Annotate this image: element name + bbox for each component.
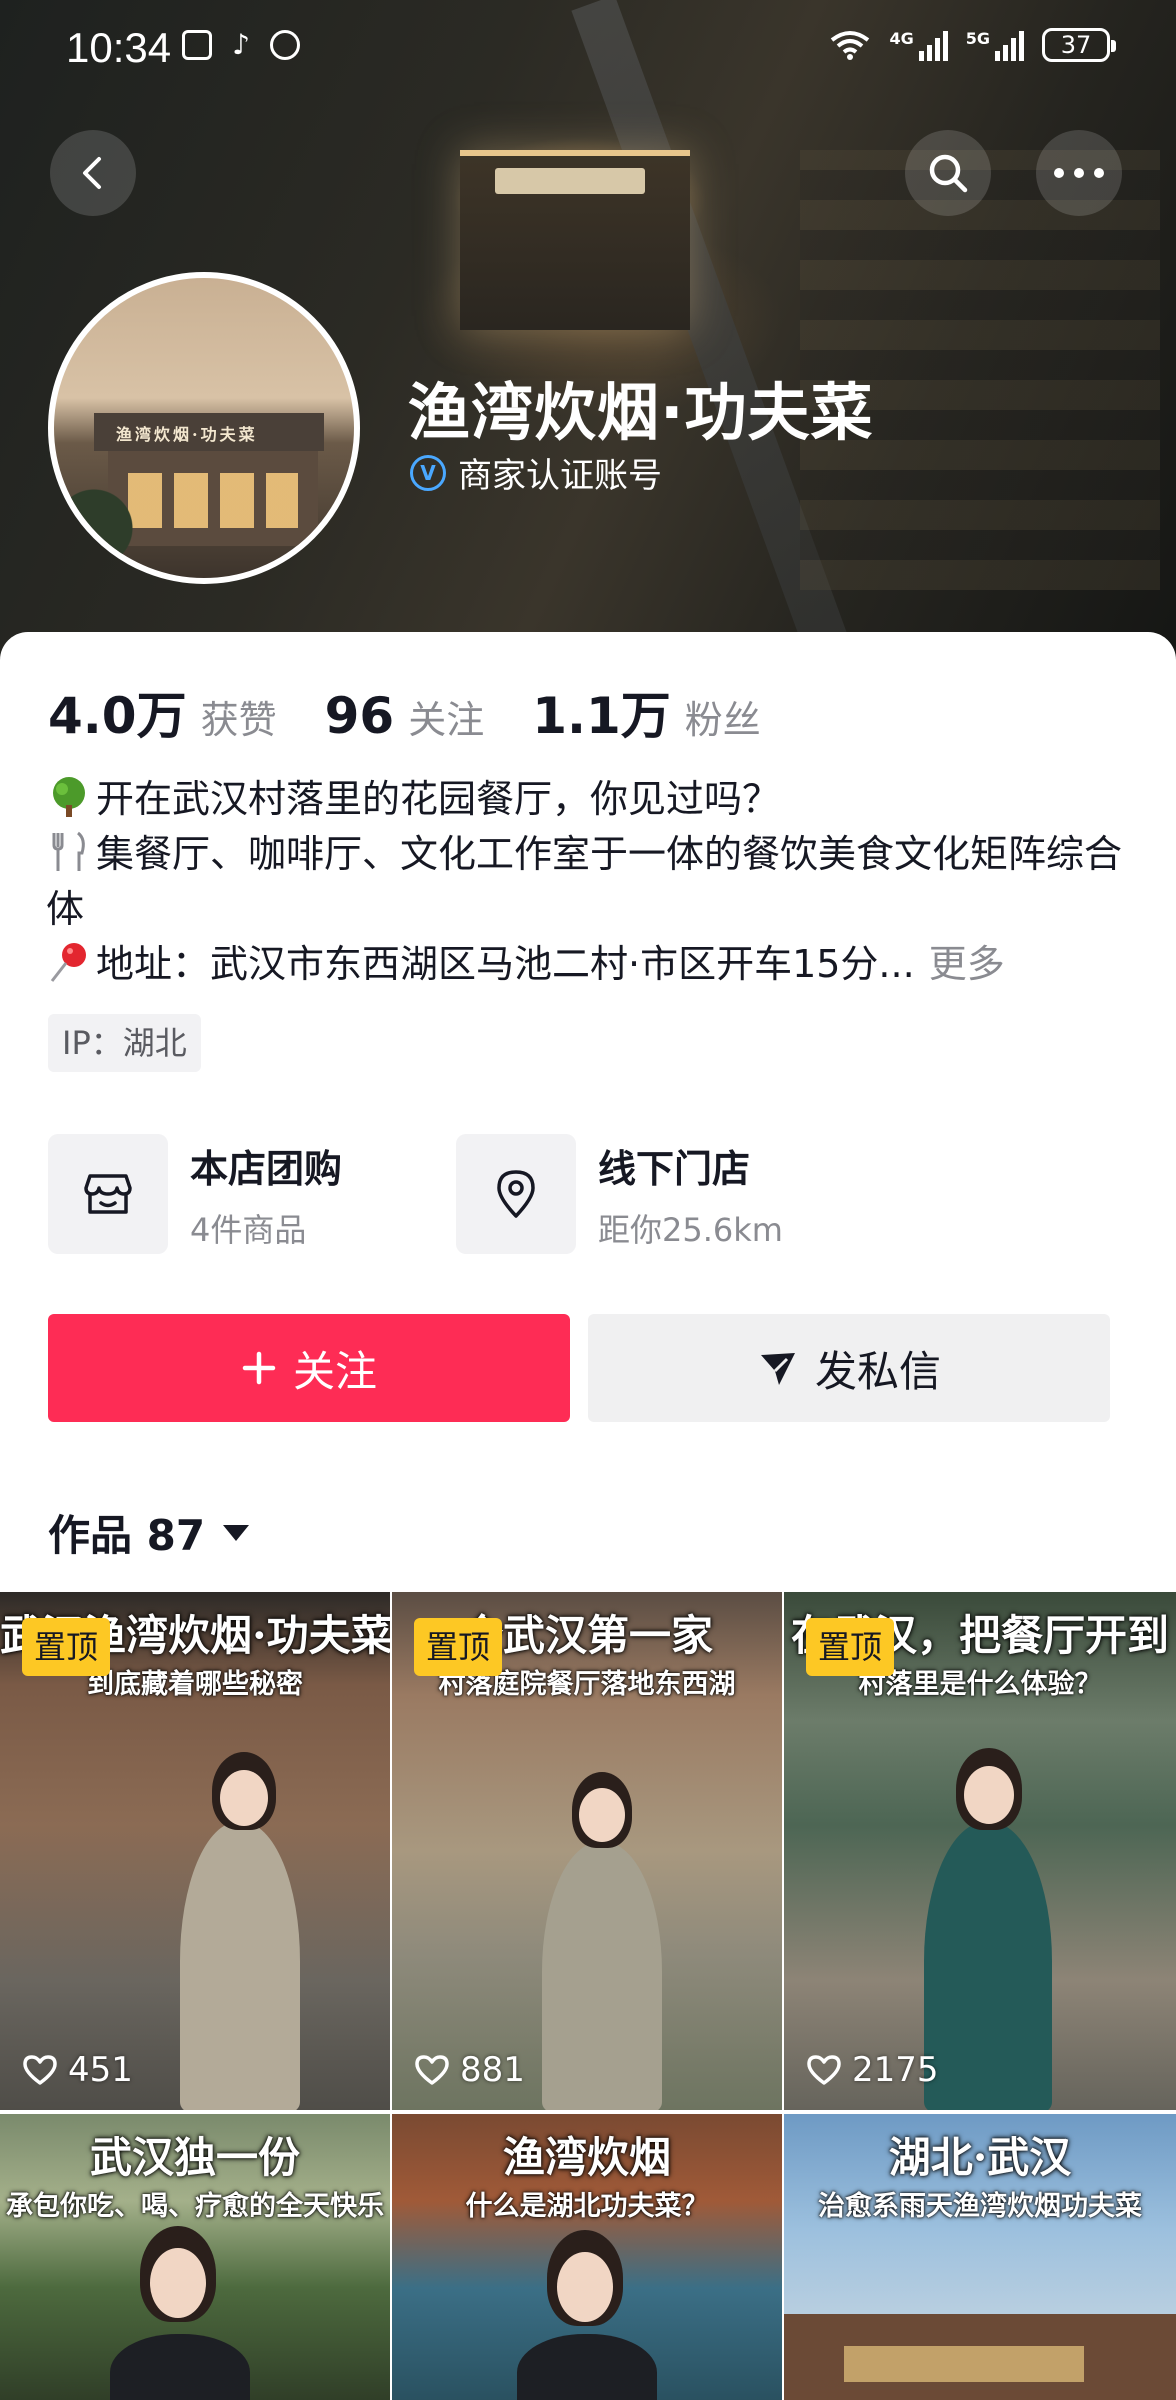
status-bar: 10:34 ♪ 4G 5G 37 <box>0 0 1176 96</box>
video-title: 渔湾炊烟 <box>502 2133 671 2182</box>
stat-label: 关注 <box>408 698 485 742</box>
network-label-2: 5G <box>965 29 990 48</box>
video-tile[interactable]: 湖北·武汉 治愈系雨天渔湾炊烟功夫菜 <box>784 2114 1176 2400</box>
bio-line-1: 开在武汉村落里的花园餐厅，你见过吗？ <box>46 772 1136 827</box>
bio-line-3: 地址：武汉市东西湖区马池二村·市区开车15分... 更多 <box>46 937 1136 992</box>
video-tile[interactable]: 武汉独一份 承包你吃、喝、疗愈的全天快乐 <box>0 2114 390 2400</box>
video-likes: 881 <box>414 2050 525 2090</box>
status-app-icons: ♪ <box>182 30 300 60</box>
dropdown-triangle-icon <box>223 1524 250 1541</box>
cover-restaurant-sign <box>495 168 645 194</box>
signal-4g-icon: 4G <box>889 29 948 61</box>
more-dots-icon <box>1054 168 1104 178</box>
video-subtitle: 治愈系雨天渔湾炊烟功夫菜 <box>818 2191 1142 2222</box>
search-button[interactable] <box>905 130 991 216</box>
follow-label: 关注 <box>292 1346 377 1396</box>
video-title: 湖北·武汉 <box>888 2133 1072 2182</box>
pinned-badge: 置顶 <box>806 1618 895 1676</box>
plus-icon <box>242 1351 276 1385</box>
sim-icon <box>182 30 212 60</box>
ip-location-tag: IP：湖北 <box>48 1014 201 1072</box>
video-subtitle: 什么是湖北功夫菜？ <box>465 2191 709 2222</box>
video-like-count: 881 <box>460 2050 525 2090</box>
status-indicators: 4G 5G 37 <box>829 28 1116 62</box>
heart-icon <box>415 2055 449 2085</box>
search-icon <box>929 154 968 193</box>
video-tile[interactable]: 全武汉第一家 村落庭院餐厅落地东西湖 置顶 881 <box>392 1592 782 2110</box>
bio-more-link[interactable]: 更多 <box>929 942 1005 986</box>
video-title: 武汉独一份 <box>89 2133 300 2182</box>
avatar-sign-text: 渔湾炊烟·功夫菜 <box>116 425 258 444</box>
profile-name: 渔湾炊烟·功夫菜 <box>408 376 874 449</box>
video-tile[interactable]: 渔湾炊烟 什么是湖北功夫菜？ <box>392 2114 782 2400</box>
signal-5g-icon: 5G <box>966 29 1024 61</box>
stat-followers[interactable]: 1.1万 粉丝 <box>532 676 761 748</box>
video-subtitle: 承包你吃、喝、疗愈的全天快乐 <box>6 2191 384 2222</box>
stat-label: 获赞 <box>200 698 277 742</box>
battery-icon: 37 <box>1042 28 1116 62</box>
works-tab[interactable]: 作品 87 <box>48 1502 250 1563</box>
stat-value: 4.0万 <box>48 687 187 745</box>
more-button[interactable] <box>1036 130 1122 216</box>
tree-emoji-icon <box>53 777 85 817</box>
stat-value: 1.1万 <box>532 687 671 745</box>
video-likes: 451 <box>22 2050 133 2090</box>
stat-likes[interactable]: 4.0万 获赞 <box>48 676 277 748</box>
follow-button[interactable]: 关注 <box>48 1314 570 1422</box>
profile-cover: 10:34 ♪ 4G 5G 37 渔湾炊烟·功夫菜 渔湾炊烟·功夫菜 V 商家认… <box>0 0 1176 680</box>
video-likes: 2175 <box>806 2050 939 2090</box>
verified-icon: V <box>410 454 446 491</box>
alarm-icon <box>270 30 300 60</box>
network-label-1: 4G <box>889 29 914 48</box>
video-grid: 武汉渔湾炊烟·功夫菜 到底藏着哪些秘密 置顶 451 全武汉第一家 村落庭院餐厅… <box>0 1592 1176 2400</box>
profile-bio: 开在武汉村落里的花园餐厅，你见过吗？ 集餐厅、咖啡厅、文化工作室于一体的餐饮美食… <box>46 772 1136 992</box>
service-shop-subtitle: 4件商品 <box>190 1210 307 1249</box>
works-tab-label: 作品 87 <box>48 1511 206 1560</box>
service-store-title: 线下门店 <box>598 1146 751 1191</box>
tiktok-icon: ♪ <box>232 28 250 61</box>
heart-icon <box>23 2055 57 2085</box>
pinned-badge: 置顶 <box>22 1618 111 1676</box>
service-group-buy[interactable]: 本店团购 4件商品 <box>48 1134 342 1254</box>
fork-knife-emoji-icon <box>52 831 85 871</box>
message-button[interactable]: 发私信 <box>588 1314 1110 1422</box>
profile-card: 4.0万 获赞 96 关注 1.1万 粉丝 开在武汉村落里的花园餐厅，你见过吗？… <box>0 632 1176 2400</box>
status-time: 10:34 <box>66 24 172 71</box>
profile-stats: 4.0万 获赞 96 关注 1.1万 粉丝 <box>48 676 809 748</box>
service-shop-title: 本店团购 <box>190 1146 343 1191</box>
wifi-icon <box>831 31 870 60</box>
service-offline-store[interactable]: 线下门店 距你25.6km <box>456 1134 783 1254</box>
stat-value: 96 <box>324 687 395 745</box>
stat-following[interactable]: 96 关注 <box>325 687 485 745</box>
stat-label: 粉丝 <box>684 698 761 742</box>
back-button[interactable] <box>50 130 136 216</box>
pinned-badge: 置顶 <box>414 1618 503 1676</box>
video-like-count: 2175 <box>852 2050 939 2090</box>
heart-icon <box>807 2055 841 2085</box>
pushpin-emoji-icon <box>50 943 86 982</box>
service-store-subtitle: 距你25.6km <box>598 1210 783 1249</box>
location-pin-icon <box>456 1134 576 1254</box>
send-icon <box>760 1353 795 1385</box>
verification-badge: V 商家认证账号 <box>410 448 662 497</box>
chevron-left-icon <box>83 157 101 189</box>
message-label: 发私信 <box>814 1346 941 1396</box>
avatar[interactable]: 渔湾炊烟·功夫菜 <box>48 272 360 584</box>
video-like-count: 451 <box>68 2050 133 2090</box>
verification-label: 商家认证账号 <box>458 456 662 496</box>
video-tile[interactable]: 武汉渔湾炊烟·功夫菜 到底藏着哪些秘密 置顶 451 <box>0 1592 390 2110</box>
bio-line-2: 集餐厅、咖啡厅、文化工作室于一体的餐饮美食文化矩阵综合体 <box>46 827 1136 937</box>
shop-icon <box>48 1134 168 1254</box>
video-tile[interactable]: 在武汉，把餐厅开到 村落里是什么体验？ 置顶 2175 <box>784 1592 1176 2110</box>
